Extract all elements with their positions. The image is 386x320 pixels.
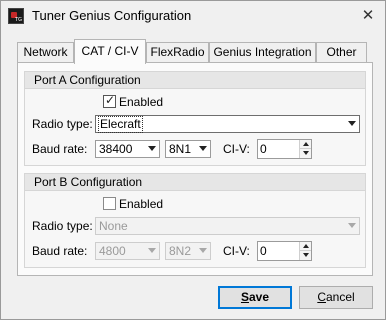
tab-flexradio[interactable]: FlexRadio (146, 42, 209, 63)
port-a-enabled-checkbox[interactable]: ✓ (103, 93, 116, 108)
chevron-down-icon (348, 223, 356, 228)
port-b-radio-type-value: None (99, 219, 128, 233)
tab-network[interactable]: Network (17, 42, 74, 63)
save-button-label: ave (248, 290, 270, 304)
cancel-button-label: ancel (325, 290, 355, 304)
port-a-format-select[interactable]: 8N1 (165, 140, 211, 158)
tab-other[interactable]: Other (316, 42, 367, 63)
app-icon-text: TG (15, 17, 22, 23)
spin-up-icon[interactable] (299, 140, 311, 149)
port-b-header: Port B Configuration (25, 174, 365, 191)
chevron-down-icon (199, 248, 207, 253)
port-a-header: Port A Configuration (25, 72, 365, 89)
port-a-enabled-label: Enabled (119, 95, 164, 109)
port-b-baud-rate-label: Baud rate: (32, 244, 88, 258)
port-b-baud-rate-select[interactable]: 4800 (95, 242, 160, 260)
app-icon: TG (8, 8, 24, 24)
chevron-down-icon (148, 146, 156, 151)
port-a-civ-value: 0 (260, 142, 267, 156)
check-icon: ✓ (105, 93, 116, 107)
config-dialog: TG Tuner Genius Configuration ✕ Network … (0, 0, 386, 320)
chevron-down-icon (348, 121, 356, 126)
spin-down-icon[interactable] (299, 251, 311, 260)
port-b-baud-rate-value: 4800 (99, 244, 126, 258)
port-b-radio-type-select[interactable]: None (95, 217, 360, 235)
port-b-civ-label: CI-V: (223, 244, 250, 258)
spin-down-icon[interactable] (299, 149, 311, 158)
port-a-baud-rate-label: Baud rate: (32, 142, 88, 156)
port-a-group: Port A Configuration ✓ Enabled Radio typ… (24, 71, 366, 166)
port-a-baud-rate-value: 38400 (99, 142, 133, 156)
chevron-down-icon (199, 146, 207, 151)
port-a-radio-type-value: Elecraft (98, 116, 143, 133)
title-bar[interactable]: TG Tuner Genius Configuration ✕ (1, 1, 385, 31)
window-title: Tuner Genius Configuration (32, 8, 192, 23)
port-b-enabled-label: Enabled (119, 197, 164, 211)
port-b-civ-value: 0 (260, 244, 267, 258)
port-b-enabled-checkbox[interactable] (103, 197, 116, 210)
save-button[interactable]: Save (218, 286, 292, 309)
close-icon[interactable]: ✕ (357, 5, 379, 25)
port-b-group: Port B Configuration Enabled Radio type:… (24, 173, 366, 268)
port-a-civ-stepper[interactable]: 0 (257, 139, 312, 159)
port-b-format-value: 8N2 (169, 244, 192, 258)
cancel-button[interactable]: Cancel (299, 286, 373, 309)
port-a-radio-type-label: Radio type: (32, 117, 93, 131)
port-b-format-select[interactable]: 8N2 (165, 242, 211, 260)
chevron-down-icon (148, 248, 156, 253)
port-a-civ-label: CI-V: (223, 142, 250, 156)
cancel-button-mnemonic: C (317, 290, 326, 304)
port-a-format-value: 8N1 (169, 142, 192, 156)
port-b-civ-stepper[interactable]: 0 (257, 241, 312, 261)
port-a-radio-type-select[interactable]: Elecraft (95, 115, 360, 133)
port-a-baud-rate-select[interactable]: 38400 (95, 140, 160, 158)
tab-cat-civ[interactable]: CAT / CI-V (74, 39, 146, 64)
cat-civ-panel: Port A Configuration ✓ Enabled Radio typ… (17, 62, 373, 276)
tab-genius-integration[interactable]: Genius Integration (209, 42, 316, 63)
port-b-radio-type-label: Radio type: (32, 219, 93, 233)
save-button-mnemonic: S (240, 290, 249, 304)
spin-up-icon[interactable] (299, 242, 311, 251)
